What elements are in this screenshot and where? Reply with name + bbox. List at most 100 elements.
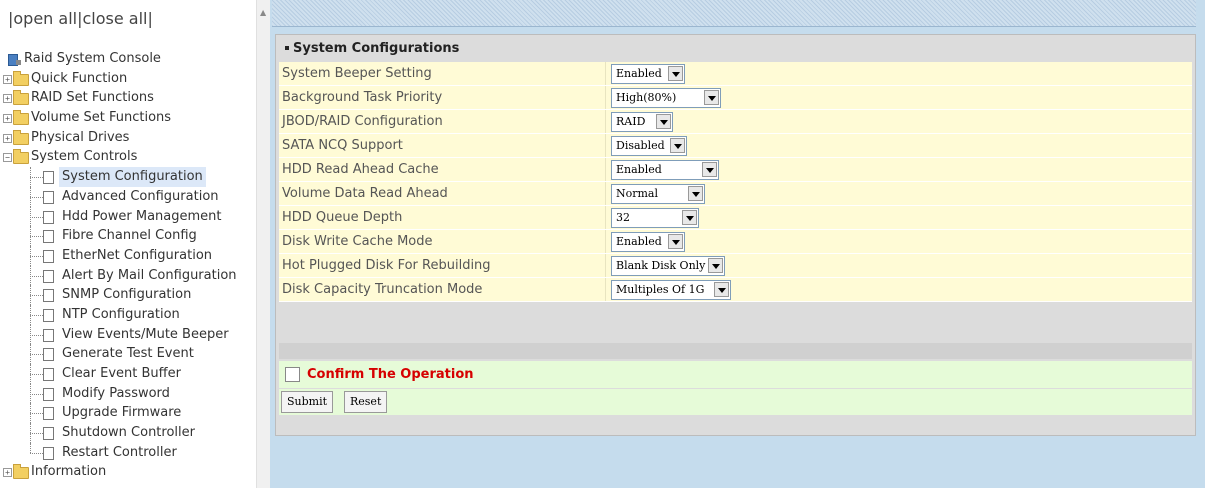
tree-item-clear-event-buffer[interactable]: Clear Event Buffer <box>0 364 256 384</box>
select-value: Multiples Of 1G <box>616 283 705 296</box>
select-value: Enabled <box>616 67 662 80</box>
tree-item-restart-controller[interactable]: Restart Controller <box>0 442 256 463</box>
config-label: HDD Queue Depth <box>282 210 403 225</box>
hdd-queue-depth-select[interactable]: 32 <box>611 208 699 228</box>
tree-item-label: Hdd Power Management <box>62 208 222 224</box>
dropdown-arrow-icon[interactable] <box>704 90 719 105</box>
dropdown-arrow-icon[interactable] <box>688 186 703 201</box>
sata-ncq-select[interactable]: Disabled <box>611 136 687 156</box>
navigation-frame: |open all|close all| Raid System Console… <box>0 0 256 488</box>
expand-plus-icon[interactable]: + <box>3 468 12 478</box>
select-value: Disabled <box>616 139 665 152</box>
config-row-disk-write-cache: Disk Write Cache Mode Enabled <box>279 230 1192 254</box>
page-icon <box>43 249 54 263</box>
page-icon <box>43 190 54 204</box>
config-row-jbod-raid: JBOD/RAID Configuration RAID <box>279 110 1192 134</box>
tree-item-label: Restart Controller <box>62 444 177 460</box>
disk-write-cache-select[interactable]: Enabled <box>611 232 685 252</box>
navigation-scrollbar[interactable]: ▲ <box>256 0 270 488</box>
page-icon <box>43 210 54 224</box>
page-icon <box>43 427 54 441</box>
jbod-raid-select[interactable]: RAID <box>611 112 673 132</box>
tree-item-generate-test-event[interactable]: Generate Test Event <box>0 344 256 364</box>
folder-open-icon <box>13 149 29 165</box>
content-frame: System Configurations System Beeper Sett… <box>270 0 1205 488</box>
tree-root-label: Raid System Console <box>24 51 161 66</box>
select-value: Blank Disk Only <box>616 259 706 272</box>
folder-icon <box>13 110 29 126</box>
reset-button[interactable]: Reset <box>344 391 388 413</box>
config-label: Disk Capacity Truncation Mode <box>282 282 483 297</box>
expand-plus-icon[interactable]: + <box>3 74 12 84</box>
page-icon <box>43 171 54 185</box>
tree-item-snmp-configuration[interactable]: SNMP Configuration <box>0 285 256 305</box>
hdd-read-ahead-select[interactable]: Enabled <box>611 160 719 180</box>
page-icon <box>43 387 54 401</box>
dropdown-arrow-icon[interactable] <box>656 114 671 129</box>
select-value: 32 <box>616 211 630 224</box>
dropdown-arrow-icon[interactable] <box>702 162 717 177</box>
tree-item-advanced-configuration[interactable]: Advanced Configuration <box>0 186 256 207</box>
scroll-up-arrow-icon[interactable]: ▲ <box>260 8 266 17</box>
page-icon <box>43 308 54 322</box>
tree-folder-quick-function[interactable]: + Quick Function <box>0 69 256 89</box>
tree-folder-label: Quick Function <box>31 70 128 86</box>
tree-folder-system-controls[interactable]: − System Controls <box>0 147 256 167</box>
expand-plus-icon[interactable]: + <box>3 133 12 143</box>
button-row: Submit Reset <box>279 389 1192 415</box>
page-icon <box>43 446 54 460</box>
confirm-checkbox[interactable] <box>285 367 300 382</box>
page-icon <box>43 368 54 381</box>
tree-root[interactable]: Raid System Console <box>0 49 256 69</box>
select-value: Enabled <box>616 163 662 176</box>
dropdown-arrow-icon[interactable] <box>708 258 723 273</box>
system-beeper-select[interactable]: Enabled <box>611 64 685 84</box>
dropdown-arrow-icon[interactable] <box>682 210 697 225</box>
page-icon <box>43 230 54 244</box>
folder-icon <box>13 70 29 86</box>
close-all-link[interactable]: close all <box>83 9 148 28</box>
config-label: SATA NCQ Support <box>282 138 403 153</box>
tree-item-alert-by-mail-configuration[interactable]: Alert By Mail Configuration <box>0 265 256 286</box>
tree-item-label: Fibre Channel Config <box>62 228 197 244</box>
tree-item-hdd-power-management[interactable]: Hdd Power Management <box>0 206 256 227</box>
config-row-sata-ncq: SATA NCQ Support Disabled <box>279 134 1192 158</box>
dropdown-arrow-icon[interactable] <box>668 234 683 249</box>
tree-item-shutdown-controller[interactable]: Shutdown Controller <box>0 423 256 443</box>
tree-item-fibre-channel-config[interactable]: Fibre Channel Config <box>0 226 256 246</box>
dropdown-arrow-icon[interactable] <box>668 66 683 81</box>
hot-plugged-disk-select[interactable]: Blank Disk Only <box>611 256 725 276</box>
open-all-link[interactable]: open all <box>13 9 77 28</box>
folder-icon <box>13 90 29 106</box>
tree-item-upgrade-firmware[interactable]: Upgrade Firmware <box>0 403 256 424</box>
panel-title-text: System Configurations <box>293 41 460 56</box>
expand-plus-icon[interactable]: + <box>3 94 12 104</box>
tree-item-label: Upgrade Firmware <box>62 405 182 421</box>
tree-folder-information[interactable]: + Information <box>0 462 256 482</box>
volume-data-read-ahead-select[interactable]: Normal <box>611 184 705 204</box>
navigation-tree: Raid System Console + Quick Function + R… <box>0 49 256 482</box>
expand-plus-icon[interactable]: + <box>3 114 12 124</box>
disk-capacity-truncation-select[interactable]: Multiples Of 1G <box>611 280 731 300</box>
tree-item-system-configuration[interactable]: System Configuration <box>0 167 256 187</box>
tree-item-ntp-configuration[interactable]: NTP Configuration <box>0 304 256 325</box>
tree-folder-physical-drives[interactable]: + Physical Drives <box>0 128 256 148</box>
tree-item-label: Alert By Mail Configuration <box>62 267 237 283</box>
config-row-hdd-queue-depth: HDD Queue Depth 32 <box>279 206 1192 230</box>
tree-item-view-events-mute-beeper[interactable]: View Events/Mute Beeper <box>0 324 256 345</box>
config-row-hot-plugged-disk: Hot Plugged Disk For Rebuilding Blank Di… <box>279 254 1192 278</box>
config-row-hdd-read-ahead: HDD Read Ahead Cache Enabled <box>279 158 1192 182</box>
submit-button[interactable]: Submit <box>281 391 334 413</box>
config-row-volume-data-read-ahead: Volume Data Read Ahead Normal <box>279 182 1192 206</box>
dropdown-arrow-icon[interactable] <box>670 138 685 153</box>
separator: | <box>147 9 153 28</box>
system-configurations-panel: System Configurations System Beeper Sett… <box>275 34 1196 436</box>
page-icon <box>43 328 54 342</box>
dropdown-arrow-icon[interactable] <box>714 282 729 297</box>
tree-folder-volume-set-functions[interactable]: + Volume Set Functions <box>0 108 256 128</box>
background-task-priority-select[interactable]: High(80%) <box>611 88 721 108</box>
tree-folder-raid-set-functions[interactable]: + RAID Set Functions <box>0 88 256 108</box>
collapse-minus-icon[interactable]: − <box>3 153 12 163</box>
tree-item-ethernet-configuration[interactable]: EtherNet Configuration <box>0 245 256 266</box>
tree-item-modify-password[interactable]: Modify Password <box>0 383 256 404</box>
